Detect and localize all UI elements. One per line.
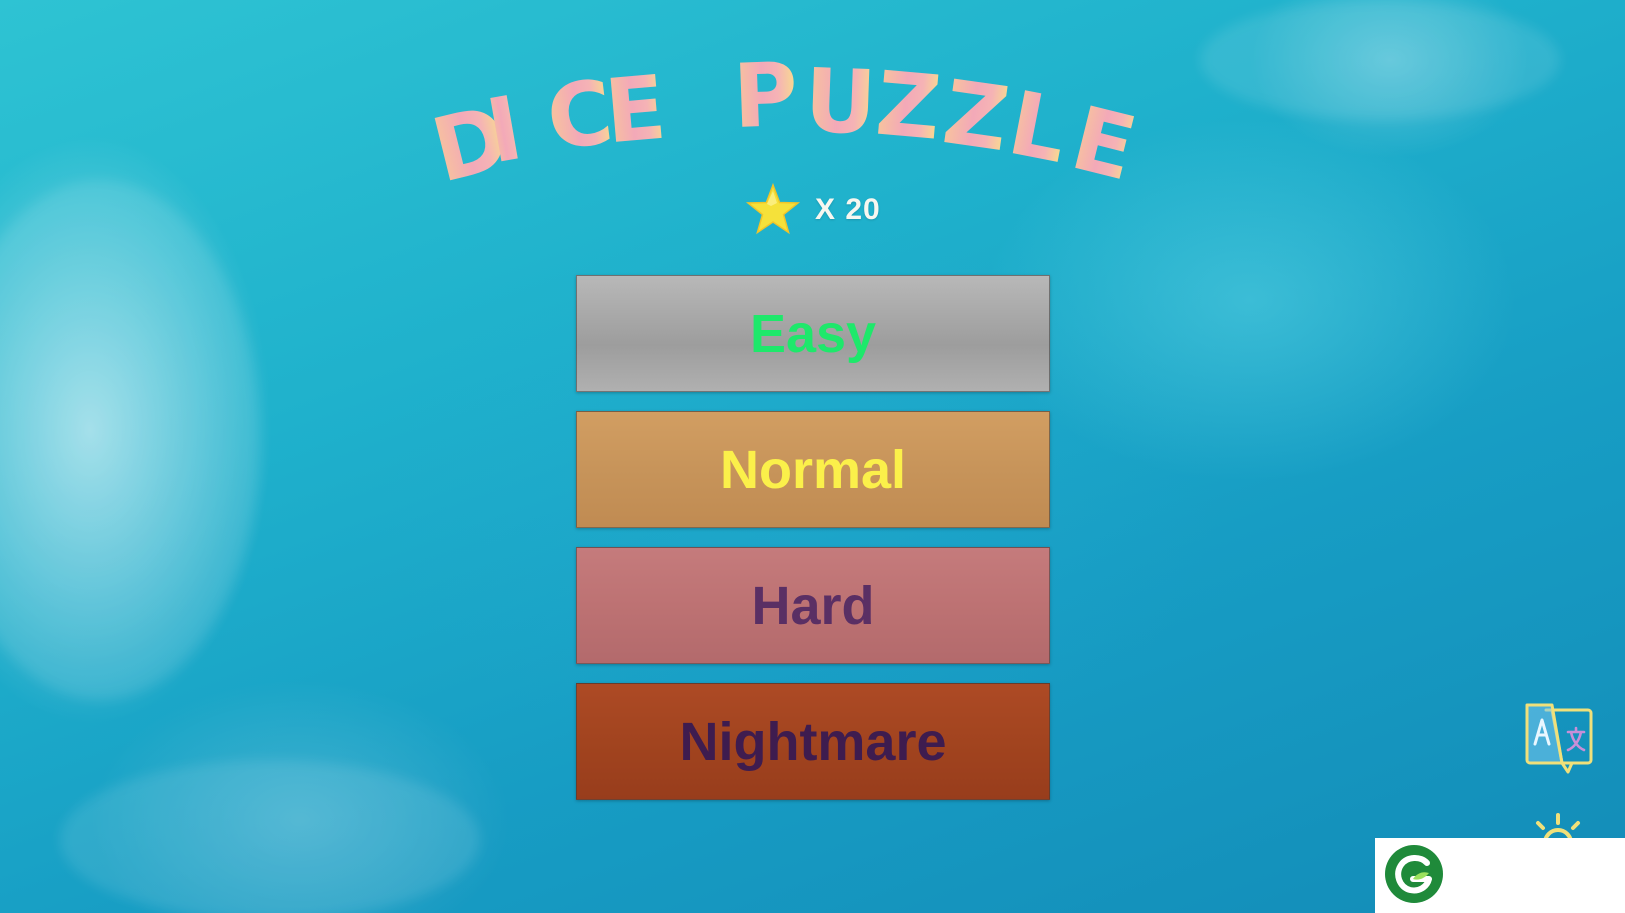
language-button[interactable]: [1522, 702, 1594, 774]
translate-icon: [1522, 702, 1594, 774]
sun-gear-icon: [1527, 812, 1589, 840]
star-count: X 20: [815, 193, 881, 226]
hard-button-label: Hard: [751, 575, 875, 636]
normal-button[interactable]: Normal: [576, 411, 1050, 528]
nightmare-button[interactable]: Nightmare: [576, 683, 1050, 800]
title-letter: E: [1062, 86, 1145, 200]
game-screen: DICEPUZZLE X 20 Easy Normal Hard Nightma…: [0, 0, 1625, 913]
title-letter: Z: [872, 52, 945, 160]
star-counter: X 20: [745, 182, 881, 238]
easy-button[interactable]: Easy: [576, 275, 1050, 392]
background-foam: [0, 180, 260, 700]
title-letter: P: [731, 50, 799, 148]
title-letter: U: [803, 50, 878, 154]
game-title: DICEPUZZLE: [425, 50, 1205, 200]
ad-banner[interactable]: [1375, 838, 1625, 913]
easy-button-label: Easy: [749, 303, 877, 364]
normal-button-label: Normal: [719, 439, 907, 500]
g-leaf-logo: [1383, 843, 1445, 905]
star-icon: [745, 182, 801, 238]
title-letter: E: [601, 56, 670, 164]
background-foam: [60, 760, 480, 913]
settings-button[interactable]: [1527, 812, 1589, 840]
hard-button[interactable]: Hard: [576, 547, 1050, 664]
difficulty-menu: Easy Normal Hard Nightmare: [576, 275, 1050, 819]
nightmare-button-label: Nightmare: [679, 711, 947, 772]
background-foam: [1200, 0, 1560, 120]
